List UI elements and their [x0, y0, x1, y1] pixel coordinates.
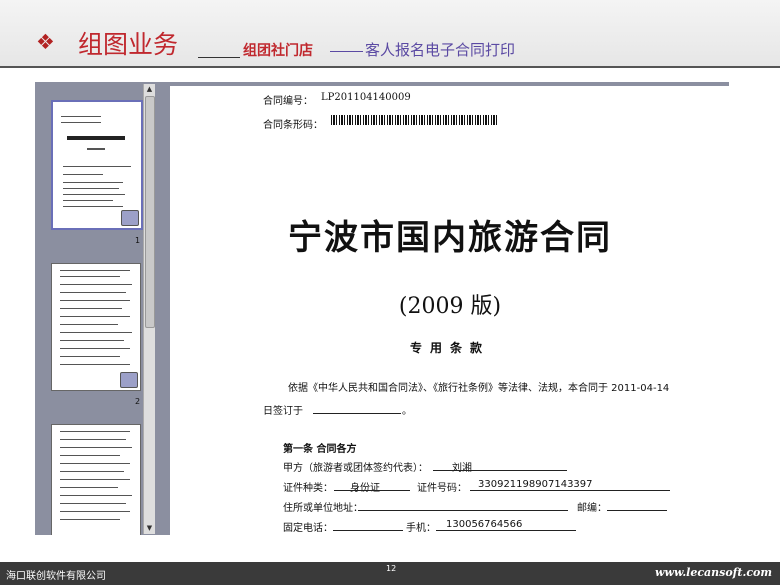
- party-a-value: 刘湘: [452, 463, 472, 474]
- address-underline: [358, 510, 568, 511]
- thumb-line: [63, 174, 103, 175]
- id-no-value: 330921198907143397: [478, 479, 593, 490]
- slide-subtitle-task: 客人报名电子合同打印: [365, 41, 516, 59]
- thumb-line: [60, 519, 120, 520]
- contract-edition: (2009 版): [398, 294, 502, 319]
- mobile-underline: [436, 530, 576, 531]
- contract-no-value: LP201104140009: [321, 92, 411, 103]
- slide-subtitle-store: 组团社门店: [243, 43, 313, 59]
- thumbnail-page-number: 2: [135, 397, 141, 406]
- address-label: 住所或单位地址：: [283, 503, 363, 514]
- thumb-line: [60, 503, 126, 504]
- thumb-line: [60, 431, 130, 432]
- id-type-value: 身份证: [350, 483, 380, 494]
- thumb-line: [87, 148, 105, 150]
- thumb-line: [63, 194, 125, 195]
- thumb-line: [60, 455, 120, 456]
- sign-place-underline: [313, 413, 401, 414]
- phone-label: 固定电话：: [283, 523, 333, 534]
- thumbnail-page[interactable]: [51, 100, 143, 230]
- thumb-line: [60, 447, 132, 448]
- thumb-line: [61, 116, 101, 117]
- slide-title: 组图业务: [78, 30, 179, 59]
- thumb-line: [63, 206, 123, 207]
- thumb-line: [60, 348, 130, 349]
- contract-title: 宁波市国内旅游合同: [288, 218, 612, 258]
- party-a-underline: [433, 470, 567, 471]
- thumb-line: [60, 439, 126, 440]
- thumb-line: [63, 188, 119, 189]
- stamp-icon: [121, 210, 139, 226]
- slide-footer: 海口联创软件有限公司 12 www.lecansoft.com: [0, 562, 780, 585]
- thumb-line: [60, 511, 130, 512]
- contract-no-label: 合同编号：: [263, 96, 313, 107]
- thumbnail-page-number: 1: [135, 236, 141, 245]
- footer-url: www.lecansoft.com: [655, 566, 772, 579]
- thumb-line: [60, 356, 120, 357]
- title-dash: [330, 51, 363, 52]
- thumb-line: [60, 463, 130, 464]
- header-divider: [0, 66, 780, 68]
- thumb-line: [60, 332, 132, 333]
- id-type-underline: [334, 490, 410, 491]
- intro-line-1: 依据《中华人民共和国合同法》、《旅行社条例》等法律、法规，本合同于 2011-0…: [288, 383, 670, 394]
- scroll-up-arrow-icon[interactable]: ▲: [145, 85, 154, 94]
- thumb-line: [63, 166, 131, 167]
- scroll-down-arrow-icon[interactable]: ▼: [145, 524, 154, 533]
- scrollbar-thumb[interactable]: [145, 96, 155, 328]
- thumbnail-scrollbar[interactable]: ▲ ▼: [143, 84, 155, 534]
- postcode-label: 邮编：: [577, 503, 607, 514]
- thumb-line: [60, 340, 124, 341]
- party-a-label: 甲方（旅游者或团体签约代表）：: [283, 463, 428, 474]
- id-no-underline: [470, 490, 670, 491]
- postcode-underline: [607, 510, 667, 511]
- stamp-icon: [120, 372, 138, 388]
- thumbnail-page[interactable]: [51, 263, 141, 391]
- thumb-title: [67, 136, 125, 140]
- thumb-line: [60, 292, 126, 293]
- thumb-line: [60, 308, 122, 309]
- special-terms-heading: 专用条款: [409, 341, 490, 355]
- diamond-bullet-icon: ❖: [36, 30, 55, 54]
- slide-page-number: 12: [386, 564, 397, 573]
- mobile-value: 130056764566: [446, 519, 523, 530]
- thumb-line: [60, 300, 130, 301]
- phone-underline: [333, 530, 403, 531]
- thumb-line: [60, 270, 130, 271]
- document-page: 合同编号： LP201104140009 合同条形码： 宁波市国内旅游合同 (2…: [170, 86, 730, 535]
- id-no-label: 证件号码：: [417, 483, 467, 494]
- article-1-heading: 第一条 合同各方: [283, 444, 357, 455]
- thumb-line: [60, 487, 118, 488]
- thumb-line: [60, 495, 132, 496]
- footer-company: 海口联创软件有限公司: [6, 571, 106, 582]
- intro-line-2: 日签订于: [263, 406, 303, 417]
- thumb-line: [60, 364, 130, 365]
- thumb-line: [60, 284, 132, 285]
- thumb-line: [63, 200, 113, 201]
- contract-barcode: [331, 115, 499, 125]
- thumb-line: [60, 324, 118, 325]
- thumb-line: [60, 316, 130, 317]
- id-type-label: 证件种类：: [283, 483, 333, 494]
- thumb-line: [63, 182, 123, 183]
- thumb-line: [60, 471, 124, 472]
- thumb-line: [61, 122, 101, 123]
- thumb-line: [60, 276, 120, 277]
- thumbnail-page[interactable]: [51, 424, 141, 535]
- intro-end: 。: [402, 406, 412, 417]
- thumb-line: [60, 479, 130, 480]
- mobile-label: 手机：: [406, 523, 436, 534]
- barcode-label: 合同条形码：: [263, 120, 323, 131]
- title-underline: [198, 57, 240, 58]
